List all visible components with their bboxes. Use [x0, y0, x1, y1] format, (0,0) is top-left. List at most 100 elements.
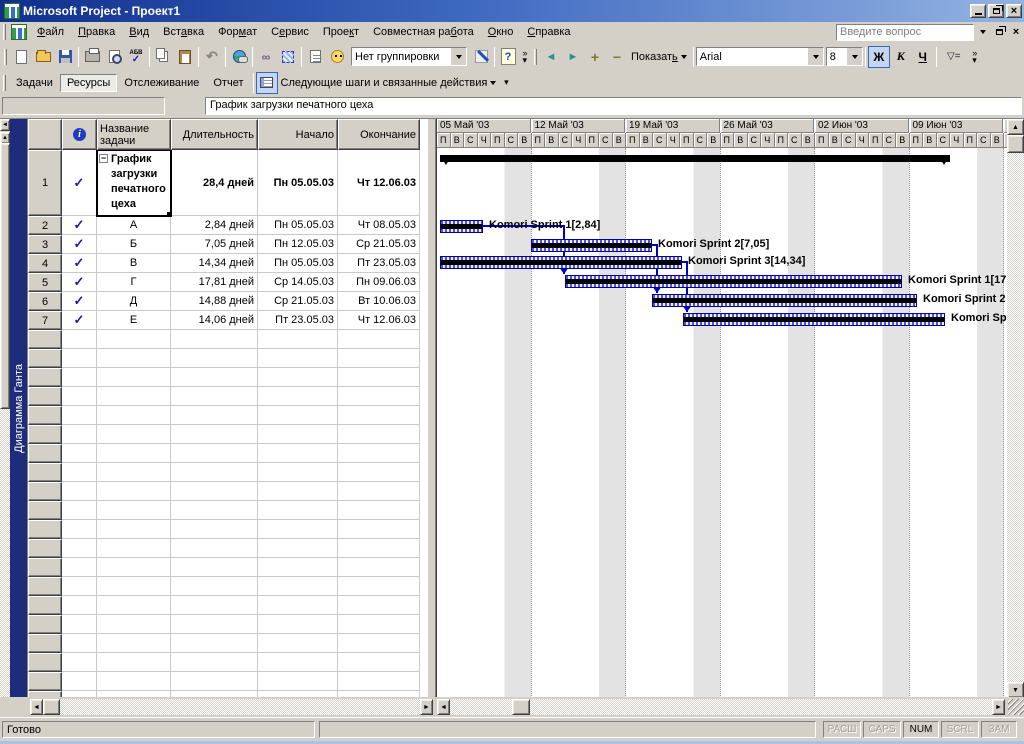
info-cell[interactable]: [62, 406, 97, 425]
table-hscroll-track[interactable]: [60, 699, 420, 715]
start-cell[interactable]: Пн 05.05.03: [258, 150, 338, 216]
menu-item-2[interactable]: Вид: [122, 24, 156, 40]
bold-button[interactable]: Ж: [867, 45, 890, 68]
header-task-name[interactable]: Название задачи: [97, 119, 171, 150]
save-button[interactable]: [54, 46, 76, 68]
duration-cell[interactable]: [171, 520, 258, 539]
info-cell[interactable]: [62, 653, 97, 672]
scroll-up-button[interactable]: ▲: [1007, 119, 1024, 135]
finish-cell[interactable]: [338, 596, 420, 615]
duration-cell[interactable]: 14,06 дней: [171, 311, 258, 330]
pane-splitter[interactable]: [427, 119, 437, 698]
duration-cell[interactable]: [171, 330, 258, 349]
finish-cell[interactable]: [338, 520, 420, 539]
info-cell[interactable]: [62, 596, 97, 615]
task-name-cell[interactable]: [97, 368, 171, 387]
row-number-cell[interactable]: [28, 520, 62, 539]
viewbar-tab-0[interactable]: Задачи: [9, 74, 60, 92]
row-number-cell[interactable]: [28, 330, 62, 349]
row-number-cell[interactable]: [28, 634, 62, 653]
finish-cell[interactable]: [338, 653, 420, 672]
menu-grip[interactable]: [3, 24, 6, 40]
start-cell[interactable]: Ср 21.05.03: [258, 292, 338, 311]
chart-hscroll-thumb[interactable]: [512, 699, 530, 715]
start-cell[interactable]: [258, 596, 338, 615]
duration-cell[interactable]: 17,81 дней: [171, 273, 258, 292]
finish-cell[interactable]: Чт 08.05.03: [338, 216, 420, 235]
start-cell[interactable]: [258, 387, 338, 406]
info-cell[interactable]: [62, 672, 97, 691]
info-cell[interactable]: ✓: [62, 292, 97, 311]
row-number-cell[interactable]: [28, 463, 62, 482]
start-cell[interactable]: [258, 330, 338, 349]
task-name-cell[interactable]: [97, 330, 171, 349]
task-name-cell[interactable]: [97, 425, 171, 444]
finish-cell[interactable]: [338, 330, 420, 349]
hide-subtasks-button[interactable]: −: [606, 46, 628, 68]
gantt-bar-task-7[interactable]: [683, 313, 945, 326]
task-name-cell[interactable]: − График загрузки печатного цеха: [96, 150, 172, 217]
duration-cell[interactable]: [171, 425, 258, 444]
finish-cell[interactable]: [338, 482, 420, 501]
info-cell[interactable]: ✓: [62, 150, 97, 216]
duration-cell[interactable]: [171, 501, 258, 520]
info-cell[interactable]: [62, 558, 97, 577]
start-cell[interactable]: [258, 463, 338, 482]
duration-cell[interactable]: [171, 672, 258, 691]
info-cell[interactable]: ✓: [62, 216, 97, 235]
row-number-cell[interactable]: [28, 596, 62, 615]
print-preview-button[interactable]: [103, 46, 125, 68]
task-name-cell[interactable]: [97, 406, 171, 425]
finish-cell[interactable]: [338, 672, 420, 691]
row-number-cell[interactable]: [28, 558, 62, 577]
menu-item-6[interactable]: Проект: [316, 24, 366, 40]
row-number-cell[interactable]: [28, 425, 62, 444]
toolbar-options-chevron[interactable]: » ▾: [519, 48, 531, 64]
italic-button[interactable]: К: [890, 46, 912, 68]
start-cell[interactable]: [258, 558, 338, 577]
viewbar-tab-1[interactable]: Ресурсы: [59, 73, 118, 92]
finish-cell[interactable]: [338, 577, 420, 596]
restore-button[interactable]: [988, 4, 1004, 18]
duration-cell[interactable]: [171, 539, 258, 558]
row-number-cell[interactable]: 5: [28, 273, 62, 292]
finish-cell[interactable]: [338, 368, 420, 387]
ask-question-input[interactable]: [836, 23, 974, 41]
duration-cell[interactable]: [171, 634, 258, 653]
row-number-cell[interactable]: [28, 501, 62, 520]
start-cell[interactable]: [258, 615, 338, 634]
info-cell[interactable]: [62, 634, 97, 653]
grouping-dropdown-icon[interactable]: [451, 48, 466, 65]
viewbar-tab-3[interactable]: Отчет: [206, 74, 250, 92]
row-number-cell[interactable]: [28, 349, 62, 368]
finish-cell[interactable]: [338, 406, 420, 425]
info-cell[interactable]: [62, 368, 97, 387]
open-button[interactable]: [32, 46, 54, 68]
header-finish[interactable]: Окончание: [338, 119, 420, 150]
duration-cell[interactable]: [171, 558, 258, 577]
task-name-cell[interactable]: Г: [97, 273, 171, 292]
start-cell[interactable]: [258, 520, 338, 539]
row-number-cell[interactable]: [28, 615, 62, 634]
filter-button[interactable]: ▽=: [939, 46, 969, 68]
finish-cell[interactable]: [338, 634, 420, 653]
start-cell[interactable]: [258, 539, 338, 558]
task-name-cell[interactable]: Д: [97, 292, 171, 311]
gantt-chart-body[interactable]: Komori Sprint 1[2,84] Komori Sprint 2[7,0…: [437, 148, 1007, 698]
vscroll-track[interactable]: [1007, 153, 1024, 682]
task-name-cell[interactable]: [97, 653, 171, 672]
start-cell[interactable]: [258, 653, 338, 672]
show-button[interactable]: Показать: [628, 48, 691, 65]
entry-field[interactable]: График загрузки печатного цеха: [205, 97, 1022, 115]
help-button[interactable]: ?: [497, 46, 519, 68]
copy-picture-button[interactable]: [470, 46, 492, 68]
task-name-cell[interactable]: [97, 558, 171, 577]
close-button[interactable]: ×: [1006, 4, 1022, 18]
duration-cell[interactable]: 14,88 дней: [171, 292, 258, 311]
gantt-bar-task-2[interactable]: [440, 220, 483, 233]
task-name-cell[interactable]: [97, 501, 171, 520]
viewbar-tab-2[interactable]: Отслеживание: [117, 74, 206, 92]
duration-cell[interactable]: 14,34 дней: [171, 254, 258, 273]
finish-cell[interactable]: [338, 349, 420, 368]
strip-left-button[interactable]: ◄: [0, 119, 10, 131]
